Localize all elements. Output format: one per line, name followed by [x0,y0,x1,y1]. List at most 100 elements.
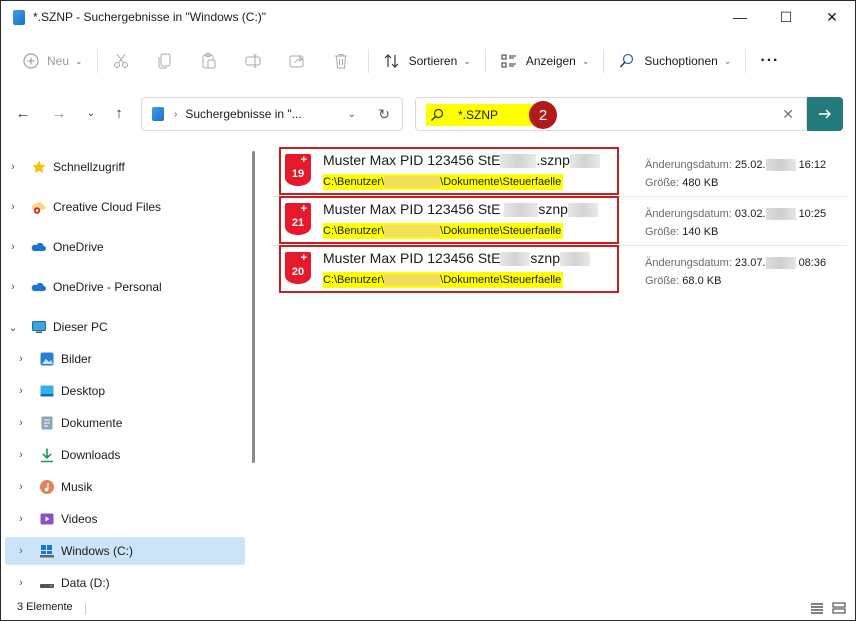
sidebar-item-music[interactable]: › Musik [13,473,253,501]
search-go-button[interactable] [807,97,843,131]
sidebar-item-label: Musik [61,480,93,494]
cut-button[interactable] [104,45,138,77]
sidebar-item-creative-cloud[interactable]: › Creative Cloud Files [5,193,245,221]
chevron-right-icon[interactable]: › [13,385,29,397]
sort-button[interactable]: Sortieren ⌄ [375,45,479,77]
divider [367,49,369,73]
file-icon-number: 19 [291,168,305,180]
chevron-down-icon: ⌄ [463,55,471,66]
search-box[interactable]: *.SZNP 2 ✕ [415,97,807,131]
command-bar: Neu ⌄ Sortieren ⌄ Anzeigen ⌄ Suchoptione… [1,41,855,81]
chevron-right-icon[interactable]: › [5,201,21,213]
delete-button[interactable] [324,45,358,77]
search-options-icon [620,53,634,68]
file-name: Muster Max PID 123456 StE .sznp [323,152,600,169]
chevron-right-icon[interactable]: › [13,513,29,525]
scissors-icon [113,53,128,68]
rename-button[interactable] [236,45,270,77]
list-item[interactable]: + 20 Muster Max PID 123456 StE sznp C:\Be… [263,245,847,293]
recent-locations-chevron-icon[interactable]: ⌄ [79,101,103,125]
sidebar-item-quick-access[interactable]: › Schnellzugriff [5,153,245,181]
sidebar-scrollbar[interactable] [252,151,255,463]
status-bar: 3 Elemente [1,597,855,621]
file-path: C:\Benutzer\ \Dokumente\Steuerfaelle [323,272,564,288]
up-arrow-icon[interactable]: ↑ [107,101,131,125]
chevron-right-icon[interactable]: › [5,161,21,173]
modified-date: Änderungsdatum: 03.02. 10:25 [645,208,827,221]
star-icon [31,159,47,175]
window-title: *.SZNP - Suchergebnisse in "Windows (C:)… [33,10,267,24]
title-bar: *.SZNP - Suchergebnisse in "Windows (C:)… [1,1,855,33]
view-button[interactable]: Anzeigen ⌄ [492,45,598,77]
divider [85,603,86,615]
copy-button[interactable] [148,45,182,77]
chevron-right-icon[interactable]: › [13,449,29,461]
clear-search-icon[interactable]: ✕ [782,106,794,123]
file-size: Größe: 68.0 KB [645,275,722,287]
sort-arrows-icon [384,54,398,68]
rename-icon [245,54,261,68]
list-view-icon [501,54,516,68]
file-path: C:\Benutzer\ \Dokumente\Steuerfaelle [323,174,564,190]
desktop-icon [39,383,55,399]
videos-icon [39,511,55,527]
sidebar-item-label: Bilder [61,352,92,366]
sidebar-item-onedrive-personal[interactable]: › OneDrive - Personal [5,273,245,301]
sidebar-item-onedrive[interactable]: › OneDrive [5,233,245,261]
list-item[interactable]: + 21 Muster Max PID 123456 StE sznp C:\B… [263,196,847,244]
tiles-view-icon[interactable] [831,601,847,615]
maximize-button[interactable]: ☐ [763,1,809,33]
chevron-right-icon[interactable]: › [13,481,29,493]
close-button[interactable]: ✕ [809,1,855,33]
refresh-icon[interactable]: ↻ [378,106,390,123]
address-dropdown-icon[interactable]: ⌄ [348,109,356,120]
copy-icon [158,53,171,69]
minimize-button[interactable]: — [717,1,763,33]
file-icon-number: 20 [291,266,305,278]
chevron-right-icon[interactable]: › [5,281,21,293]
search-options-button[interactable]: Suchoptionen ⌄ [610,45,739,77]
search-query[interactable]: *.SZNP [458,108,498,122]
sidebar-item-videos[interactable]: › Videos [13,505,253,533]
sidebar-item-label: Desktop [61,384,106,398]
explorer-app-icon [13,9,25,25]
address-bar[interactable]: › Suchergebnisse in "... ⌄ ↻ [141,97,403,131]
cloud-icon [31,239,47,255]
cloud-icon [31,279,47,295]
sidebar-item-pictures[interactable]: › Bilder [13,345,253,373]
sidebar-item-label: OneDrive [53,240,104,254]
sidebar-item-desktop[interactable]: › Desktop [13,377,253,405]
address-path: Suchergebnisse in "... [185,107,302,121]
music-icon [39,479,55,495]
paste-button[interactable] [192,45,226,77]
details-view-icon[interactable] [809,601,825,615]
sidebar-item-label: Schnellzugriff [53,160,125,174]
new-button[interactable]: Neu ⌄ [15,45,91,77]
sidebar-item-this-pc[interactable]: ⌄ Dieser PC [5,313,245,341]
navigation-bar: ← → ⌄ ↑ › Suchergebnisse in "... ⌄ ↻ *.S… [1,95,855,133]
arrow-right-icon [819,109,831,119]
sidebar-item-label: Videos [61,512,98,526]
sidebar-item-label: Data (D:) [61,576,110,590]
chevron-right-icon[interactable]: › [5,241,21,253]
chevron-right-icon[interactable]: › [13,577,29,589]
chevron-right-icon[interactable]: › [13,545,29,557]
search-icon [431,108,444,121]
sidebar-item-windows-c[interactable]: › Windows (C:) [5,537,245,565]
back-arrow-icon[interactable]: ← [11,101,35,125]
divider [484,49,486,73]
drive-icon [152,107,164,121]
more-options-button[interactable]: ··· [752,45,787,77]
sidebar-item-data-d[interactable]: › Data (D:) [13,569,253,597]
forward-arrow-icon[interactable]: → [47,101,71,125]
trash-icon [334,54,347,69]
chevron-right-icon[interactable]: › [13,353,29,365]
chevron-down-icon[interactable]: ⌄ [5,321,21,334]
share-button[interactable] [280,45,314,77]
sidebar-item-downloads[interactable]: › Downloads [13,441,253,469]
chevron-right-icon[interactable]: › [13,417,29,429]
list-item[interactable]: + 19 Muster Max PID 123456 StE .sznp C:\B… [263,147,847,195]
sidebar-item-documents[interactable]: › Dokumente [13,409,253,437]
chevron-down-icon: ⌄ [723,55,732,66]
modified-date: Änderungsdatum: 25.02. 16:12 [645,159,827,172]
